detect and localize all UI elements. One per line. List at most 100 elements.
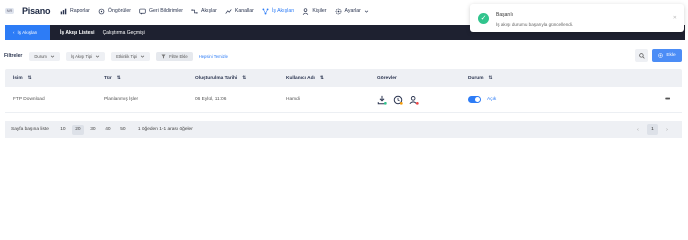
filter-chip-label: Durum	[34, 53, 47, 59]
nav-label: Akışlar	[201, 8, 217, 14]
sort-icon: ⇅	[319, 75, 324, 81]
check-circle-icon: ✓	[478, 13, 489, 24]
column-header-status[interactable]: Durum ⇅	[468, 76, 493, 81]
prev-page-button[interactable]: ‹	[633, 127, 643, 133]
nav-item-kanallar[interactable]: Kanallar	[225, 5, 254, 17]
sort-icon: ⇅	[116, 75, 121, 81]
page-size-option[interactable]: 20	[71, 124, 84, 135]
header-label: Görevler	[377, 75, 397, 81]
page-size-label: Sayfa başına liste	[11, 127, 49, 132]
channel-icon	[225, 8, 232, 14]
search-icon	[638, 52, 645, 59]
chevron-left-icon: ‹	[13, 30, 15, 35]
main-menu: Raporlar Öngörüler Geri Bildirimler Akış…	[60, 5, 369, 17]
table-row[interactable]: FTP Download Planlanmış İşler 06 Eylül, …	[5, 87, 682, 113]
add-button[interactable]: Ekle	[652, 49, 682, 62]
nav-item-raporlar[interactable]: Raporlar	[60, 5, 90, 17]
insight-icon	[98, 8, 105, 14]
logo-text: Pisano	[22, 6, 51, 16]
filters-label: Filtreler	[4, 53, 23, 59]
page-navigation: ‹ 1 ›	[633, 124, 672, 135]
add-filter-label: Filtre Ekle	[169, 53, 188, 59]
toast-title: Başarılı	[496, 12, 513, 18]
download-icon[interactable]	[377, 95, 387, 105]
cell-name: FTP Download	[13, 97, 45, 102]
status-label: Açık	[487, 97, 497, 102]
sort-icon: ⇅	[488, 75, 493, 81]
column-header-name[interactable]: İsim ⇅	[13, 76, 32, 81]
workflow-icon	[262, 7, 269, 15]
filter-event-type-dropdown[interactable]: Etkinlik Tipi	[111, 51, 151, 61]
cell-created: 06 Eylül, 11:06	[195, 97, 227, 102]
back-button-label: İş Akışları	[17, 30, 38, 35]
nav-label: Öngörüler	[107, 8, 131, 14]
nav-item-ayarlar[interactable]: Ayarlar	[335, 5, 369, 17]
filter-workflow-type-dropdown[interactable]: İş Akışı Tipi	[65, 51, 106, 61]
filter-chip-label: İş Akışı Tipi	[70, 53, 93, 59]
user-add-icon[interactable]	[409, 95, 419, 105]
page-size-option[interactable]: 50	[117, 125, 129, 135]
back-button[interactable]: ‹ İş Akışları	[5, 25, 50, 40]
chevron-down-icon	[364, 10, 369, 13]
chevron-down-icon	[50, 55, 55, 58]
tab-run-history[interactable]: Çalıştırma Geçmişi	[103, 30, 145, 36]
cell-type: Planlanmış İşler	[104, 97, 139, 102]
nav-label: Kanallar	[234, 8, 254, 14]
nav-item-geri-bildirimler[interactable]: Geri Bildirimler	[139, 5, 183, 17]
pagination-bar: Sayfa başına liste 10 20 30 40 50 1 öğed…	[5, 121, 682, 138]
header-label: İsim	[13, 75, 23, 81]
chart-icon	[60, 8, 67, 14]
table-header: İsim ⇅ Tür ⇅ Oluşturulma Tarihi ⇅ Kullanıcı…	[5, 69, 682, 87]
nav-label: Ayarlar	[344, 8, 361, 14]
nav-item-akislar[interactable]: Akışlar	[191, 5, 217, 17]
cell-tasks	[377, 95, 419, 105]
cell-username: Hamdi	[286, 97, 300, 102]
column-header-type[interactable]: Tür ⇅	[104, 76, 121, 81]
nav-label: Raporlar	[70, 8, 90, 14]
column-header-created[interactable]: Oluşturulma Tarihi ⇅	[195, 76, 246, 81]
filter-status-dropdown[interactable]: Durum	[29, 51, 60, 61]
clear-all-filters-link[interactable]: Hepsini Temizle	[199, 54, 228, 59]
gear-icon	[335, 8, 341, 14]
row-actions-menu-icon[interactable]: •••	[665, 96, 670, 103]
nav-label: Kişiler	[312, 8, 327, 14]
header-label: Kullanıcı Adı	[286, 75, 315, 81]
pisano-logo[interactable]: Pisano	[22, 6, 51, 16]
next-page-button[interactable]: ›	[662, 127, 672, 133]
sort-icon: ⇅	[242, 75, 247, 81]
plus-circle-icon	[658, 53, 664, 58]
nav-label: Geri Bildirimler	[148, 8, 183, 14]
user-avatar[interactable]: NR	[5, 8, 14, 14]
header-label: Durum	[468, 75, 484, 81]
close-icon[interactable]: ✕	[673, 15, 677, 21]
nav-item-ongoruler[interactable]: Öngörüler	[98, 5, 131, 17]
cell-status: Açık	[468, 96, 496, 103]
page-size-option[interactable]: 30	[87, 125, 99, 135]
tab-workflow-list[interactable]: İş Akışı Listesi	[60, 30, 95, 36]
column-header-username[interactable]: Kullanıcı Adı ⇅	[286, 76, 324, 81]
flow-icon	[191, 8, 198, 14]
page-range-text: 1 öğeden 1-1 arası öğeler	[137, 127, 193, 132]
person-icon	[303, 7, 309, 15]
add-button-label: Ekle	[666, 53, 676, 58]
page-size-option[interactable]: 10	[57, 125, 69, 135]
workflow-table: İsim ⇅ Tür ⇅ Oluşturulma Tarihi ⇅ Kullanıcı…	[5, 69, 682, 113]
toast-message: İş akışı durumu başarıyla güncellendi.	[496, 22, 574, 27]
nav-item-is-akislari[interactable]: İş Akışları	[262, 5, 295, 17]
filter-icon	[161, 54, 166, 58]
nav-item-kisiler[interactable]: Kişiler	[302, 5, 327, 17]
feedback-icon	[139, 8, 146, 15]
add-filter-button[interactable]: Filtre Ekle	[156, 51, 193, 61]
header-label: Oluşturulma Tarihi	[195, 75, 238, 81]
filter-bar: Filtreler Durum İş Akışı Tipi Etkinlik T…	[4, 50, 684, 62]
search-button[interactable]	[635, 49, 648, 62]
page-size-option[interactable]: 40	[102, 125, 114, 135]
nav-label: İş Akışları	[271, 8, 295, 14]
clock-icon[interactable]	[393, 95, 403, 105]
chevron-down-icon	[95, 55, 100, 58]
status-toggle[interactable]	[468, 96, 481, 103]
header-label: Tür	[104, 75, 112, 81]
current-page-button[interactable]: 1	[647, 124, 658, 135]
success-toast: ✓ Başarılı İş akışı durumu başarıyla gün…	[470, 4, 684, 32]
chevron-down-icon	[140, 55, 145, 58]
